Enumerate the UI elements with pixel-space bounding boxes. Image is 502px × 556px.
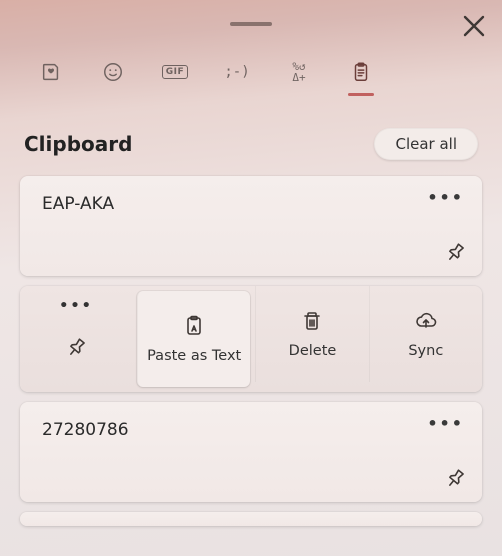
action-sync[interactable]: Sync bbox=[369, 286, 482, 382]
kaomoji-icon: ;-) bbox=[224, 64, 249, 80]
clipboard-icon bbox=[350, 61, 372, 83]
close-icon bbox=[462, 14, 486, 38]
clipboard-item-text: EAP-AKA bbox=[42, 194, 460, 214]
item-pin-button[interactable] bbox=[64, 336, 88, 360]
item-more-button[interactable]: ••• bbox=[427, 188, 464, 207]
close-button[interactable] bbox=[460, 12, 488, 40]
item-more-button[interactable]: ••• bbox=[20, 298, 132, 314]
item-actions-row: ••• Paste as Text Delete Sync bbox=[20, 286, 482, 392]
tab-kaomoji[interactable]: ;-) bbox=[220, 54, 254, 90]
item-pin-button[interactable] bbox=[442, 240, 468, 266]
tab-emoji[interactable] bbox=[96, 54, 130, 90]
emoji-icon bbox=[102, 61, 124, 83]
action-label: Sync bbox=[408, 343, 443, 359]
action-label: Paste as Text bbox=[147, 348, 241, 364]
clipboard-item-cutoff[interactable] bbox=[20, 512, 482, 526]
title-bar bbox=[0, 0, 502, 48]
action-label: Delete bbox=[289, 343, 337, 359]
tab-recent[interactable] bbox=[34, 54, 68, 90]
tab-gif[interactable]: GIF bbox=[158, 54, 192, 90]
paste-text-icon bbox=[182, 314, 206, 338]
category-tabs: GIF ;-) %↺Δ+ bbox=[0, 48, 502, 102]
clipboard-item-text: 27280786 bbox=[42, 420, 460, 440]
clipboard-list: EAP-AKA ••• ••• Paste as Text Delete bbox=[0, 170, 502, 526]
clear-all-button[interactable]: Clear all bbox=[374, 128, 478, 160]
section-title: Clipboard bbox=[24, 132, 132, 156]
trash-icon bbox=[300, 309, 324, 333]
section-header: Clipboard Clear all bbox=[0, 102, 502, 170]
clipboard-item[interactable]: 27280786 ••• bbox=[20, 402, 482, 502]
drag-handle[interactable] bbox=[230, 22, 272, 26]
item-pin-button[interactable] bbox=[442, 466, 468, 492]
action-paste-as-text[interactable]: Paste as Text bbox=[137, 291, 250, 387]
item-actions-lead: ••• bbox=[20, 286, 132, 382]
tab-symbols[interactable]: %↺Δ+ bbox=[282, 54, 316, 90]
cloud-sync-icon bbox=[414, 309, 438, 333]
gif-icon: GIF bbox=[162, 65, 188, 79]
pin-icon bbox=[59, 331, 93, 365]
clipboard-item[interactable]: EAP-AKA ••• bbox=[20, 176, 482, 276]
pin-icon bbox=[443, 467, 467, 491]
action-delete[interactable]: Delete bbox=[255, 286, 368, 382]
pin-icon bbox=[443, 241, 467, 265]
sticker-heart-icon bbox=[40, 61, 62, 83]
tab-clipboard[interactable] bbox=[344, 54, 378, 90]
item-more-button[interactable]: ••• bbox=[427, 414, 464, 433]
symbols-icon: %↺Δ+ bbox=[292, 61, 305, 83]
